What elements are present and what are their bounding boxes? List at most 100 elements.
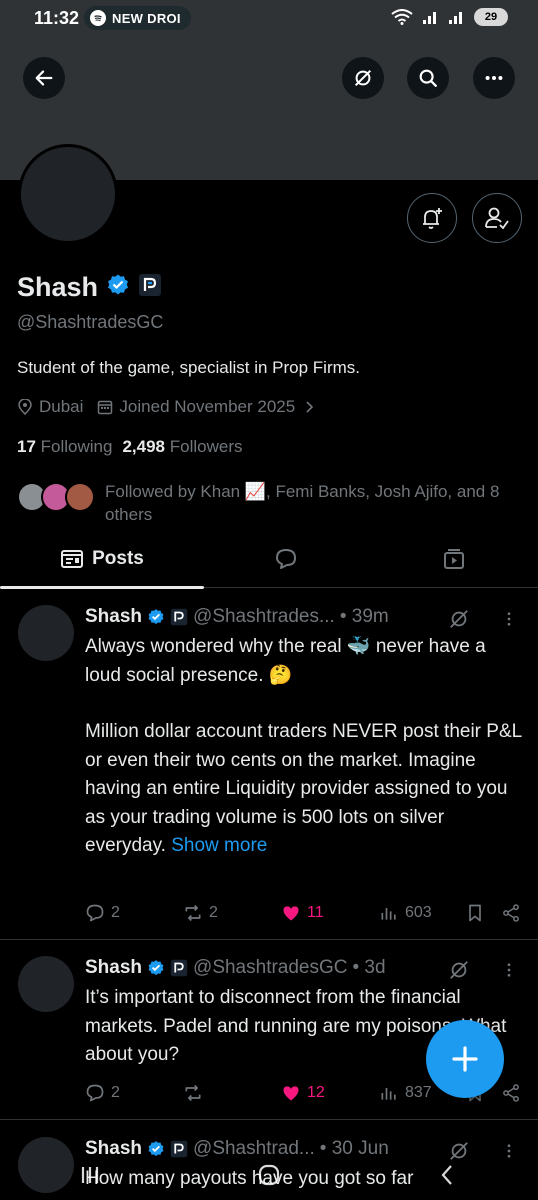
like-count: 11 xyxy=(307,904,324,921)
avatar[interactable] xyxy=(18,956,74,1012)
reply-button[interactable]: 2 xyxy=(85,903,183,923)
views-button[interactable]: 603 xyxy=(379,903,465,923)
search-icon xyxy=(419,69,437,87)
avatar[interactable] xyxy=(18,605,74,661)
more-options-button[interactable] xyxy=(473,57,515,99)
followed-by-text: Followed by Khan 📈, Femi Banks, Josh Aji… xyxy=(105,482,500,524)
show-more-link[interactable]: Show more xyxy=(171,835,267,856)
like-button[interactable]: 11 xyxy=(281,903,379,923)
verified-badge-icon[interactable] xyxy=(106,273,130,302)
post-author-handle: @Shashtrades... xyxy=(193,606,335,627)
notifications-button[interactable] xyxy=(407,193,457,243)
followed-by-row[interactable]: Followed by Khan 📈, Femi Banks, Josh Aji… xyxy=(17,480,505,526)
post-author-name[interactable]: Shash xyxy=(85,957,142,979)
joined-item[interactable]: Joined November 2025 xyxy=(97,397,317,417)
post-item[interactable]: Shash @Shashtrades... • 39m Always wonde… xyxy=(0,589,538,940)
following-label: Following xyxy=(40,437,113,456)
repost-button[interactable]: 2 xyxy=(183,903,281,923)
share-button[interactable] xyxy=(501,903,521,923)
calendar-icon xyxy=(98,400,113,415)
post-header-actions xyxy=(448,608,518,630)
post-time: • 39m xyxy=(339,606,389,627)
wifi-icon xyxy=(391,9,413,25)
grok-button[interactable] xyxy=(342,57,384,99)
repost-button[interactable] xyxy=(183,1083,281,1103)
system-navigation-bar xyxy=(0,1150,538,1200)
affiliate-badge-icon xyxy=(170,959,188,977)
status-bar: 11:32 NEW DROI 29 xyxy=(0,0,538,36)
following-link[interactable]: 17 Following xyxy=(17,437,112,457)
location-text: Dubai xyxy=(39,397,84,416)
followers-label: Followers xyxy=(169,437,243,456)
bookmark-button[interactable] xyxy=(465,903,501,923)
compose-button[interactable] xyxy=(426,1020,504,1098)
profile-bio: Student of the game, specialist in Prop … xyxy=(17,358,360,377)
media-icon xyxy=(444,549,464,569)
signal-icon xyxy=(423,12,436,24)
profile-tabs: Posts xyxy=(0,530,538,589)
post-header: Shash @Shashtrades... • 39m xyxy=(85,606,389,628)
profile-avatar[interactable] xyxy=(18,144,118,244)
like-button[interactable]: 12 xyxy=(281,1083,379,1103)
profile-meta: Dubai Joined November 2025 xyxy=(17,397,317,417)
reply-icon xyxy=(86,1084,104,1102)
media-label: NEW DROI xyxy=(112,10,181,26)
location-pin-icon xyxy=(18,399,32,415)
status-icons: 29 xyxy=(390,8,508,26)
post-text: Always wondered why the real 🐳 never hav… xyxy=(85,633,525,861)
tab-replies[interactable] xyxy=(236,530,336,588)
more-vertical-icon[interactable] xyxy=(500,608,518,630)
grok-icon[interactable] xyxy=(448,959,470,981)
back-button[interactable] xyxy=(23,57,65,99)
views-bar-icon xyxy=(381,908,396,920)
profile-name-row: Shash xyxy=(17,272,162,303)
views-count: 603 xyxy=(405,904,432,921)
posts-icon xyxy=(61,550,84,568)
followers-link[interactable]: 2,498 Followers xyxy=(122,437,242,457)
post-header-actions xyxy=(448,959,518,981)
tab-media[interactable] xyxy=(404,530,504,588)
post-time: • 3d xyxy=(352,957,386,978)
affiliate-badge-icon[interactable] xyxy=(138,273,162,302)
tab-posts[interactable]: Posts xyxy=(0,530,204,589)
verified-badge-icon xyxy=(147,959,165,977)
chevron-right-icon xyxy=(306,401,314,413)
followed-by-avatars xyxy=(17,480,97,512)
back-arrow-icon xyxy=(35,70,53,86)
grok-icon[interactable] xyxy=(448,608,470,630)
search-button[interactable] xyxy=(407,57,449,99)
battery-indicator: 29 xyxy=(474,8,508,26)
post-actions: 2 2 11 603 xyxy=(85,903,525,923)
like-count: 12 xyxy=(307,1084,325,1101)
recent-apps-icon[interactable] xyxy=(76,1161,104,1189)
profile-handle: @ShashtradesGC xyxy=(17,312,164,332)
share-icon xyxy=(503,1084,519,1102)
joined-text: Joined November 2025 xyxy=(119,397,296,416)
home-icon[interactable] xyxy=(255,1161,283,1189)
back-icon[interactable] xyxy=(434,1161,462,1189)
chat-bubble-icon xyxy=(276,549,296,569)
signal-icon-2 xyxy=(449,12,462,24)
repost-count: 2 xyxy=(209,904,218,921)
share-button[interactable] xyxy=(501,1083,521,1103)
reply-icon xyxy=(86,904,104,922)
reply-count: 2 xyxy=(111,1084,120,1101)
repost-icon xyxy=(185,1084,201,1102)
post-paragraph-text: Million dollar account traders NEVER pos… xyxy=(85,721,522,856)
post-header: Shash @ShashtradesGC • 3d xyxy=(85,957,386,979)
post-author-name[interactable]: Shash xyxy=(85,606,142,628)
following-button[interactable] xyxy=(472,193,522,243)
avatar xyxy=(65,482,95,512)
more-vertical-icon[interactable] xyxy=(500,959,518,981)
tab-posts-label: Posts xyxy=(92,548,144,569)
follow-stats: 17 Following 2,498 Followers xyxy=(17,437,243,457)
bookmark-icon xyxy=(469,904,481,922)
heart-filled-icon xyxy=(283,1086,299,1101)
reply-button[interactable]: 2 xyxy=(85,1083,183,1103)
affiliate-badge-icon xyxy=(170,608,188,626)
media-notification-pill[interactable]: NEW DROI xyxy=(84,6,191,30)
verified-badge-icon xyxy=(147,608,165,626)
grok-icon xyxy=(354,69,372,87)
share-icon xyxy=(503,904,519,922)
spotify-icon xyxy=(90,10,106,26)
